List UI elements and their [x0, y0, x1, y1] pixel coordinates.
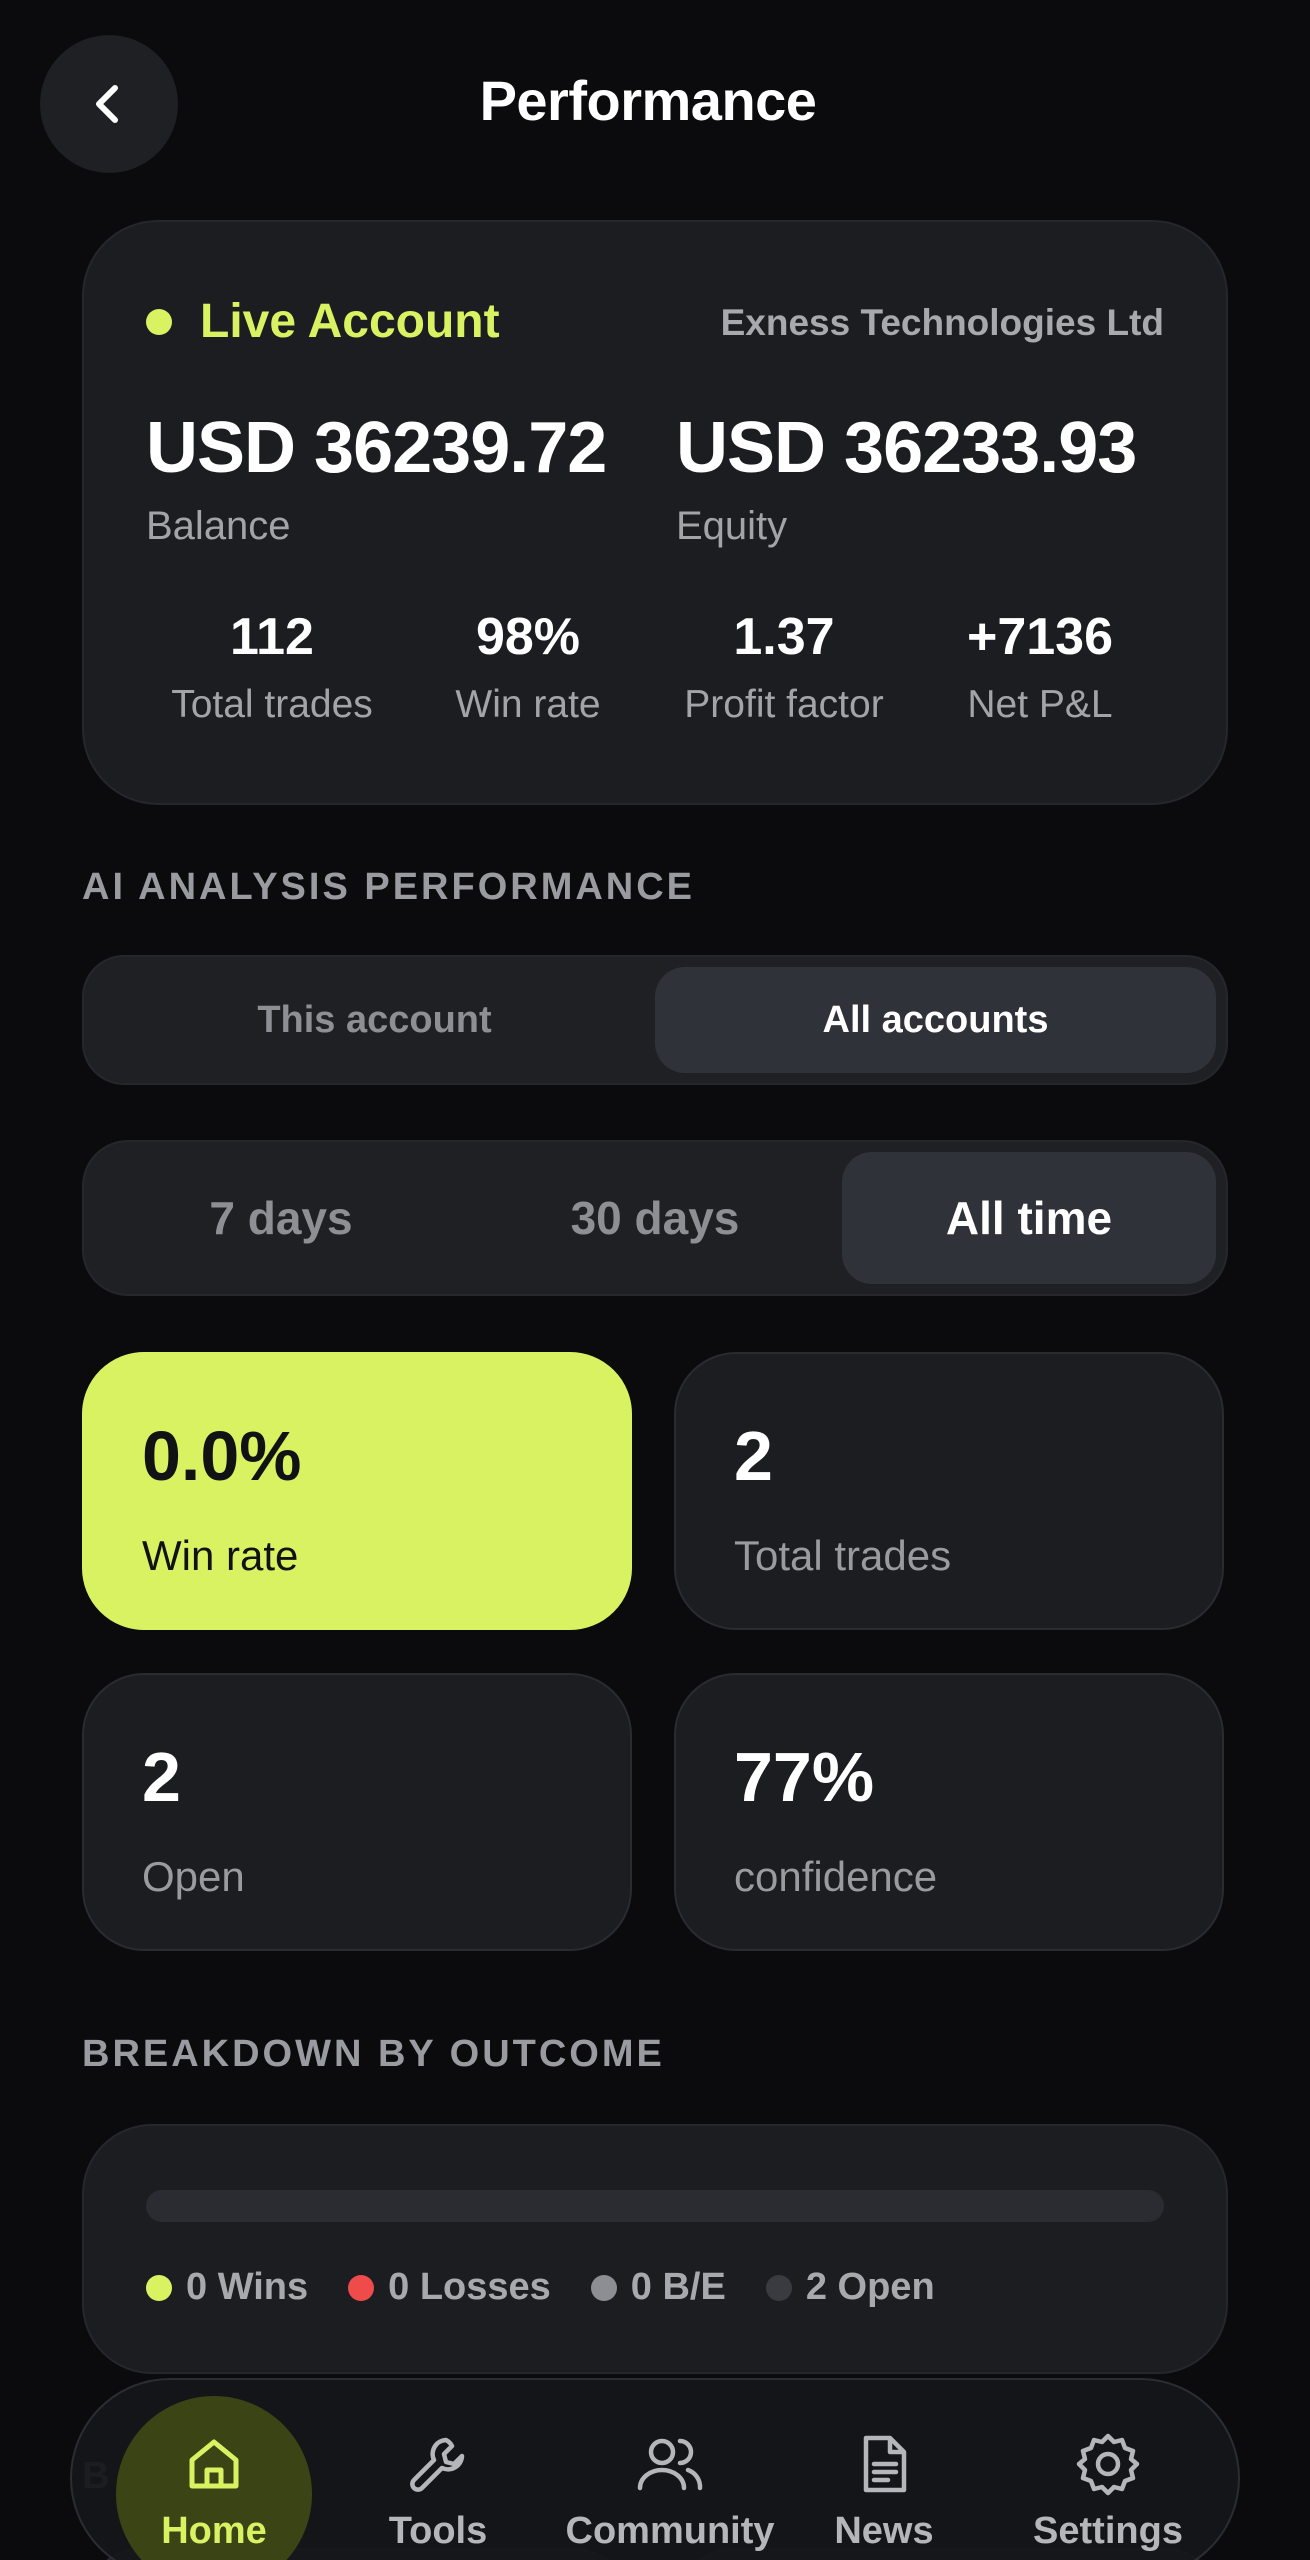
balance-label: Balance	[146, 504, 291, 548]
tab-7-days[interactable]: 7 days	[94, 1152, 468, 1284]
legend-label: 0 Losses	[388, 2266, 551, 2308]
tab-all-time[interactable]: All time	[842, 1152, 1216, 1284]
header: Performance	[0, 0, 1310, 205]
stat-value: +7136	[966, 608, 1114, 666]
users-icon	[634, 2428, 706, 2500]
home-icon	[178, 2428, 250, 2500]
metric-label: Open	[142, 1853, 245, 1900]
nav-label: Community	[565, 2510, 775, 2552]
nav-label: Settings	[1033, 2510, 1183, 2552]
outcome-legend: 0 Wins 0 Losses 0 B/E 2 Open	[146, 2266, 975, 2309]
stat-total-trades: 112 Total trades	[144, 607, 400, 727]
document-icon	[848, 2428, 920, 2500]
equity-value: USD 36233.93	[676, 408, 1137, 488]
wrench-icon	[402, 2428, 474, 2500]
section-title-ai-analysis: AI ANALYSIS PERFORMANCE	[82, 866, 696, 908]
balance-value: USD 36239.72	[146, 408, 607, 488]
section-title-breakdown: BREAKDOWN BY OUTCOME	[82, 2033, 665, 2075]
outcome-progress-bar	[146, 2190, 1164, 2222]
gear-icon	[1072, 2428, 1144, 2500]
open-dot	[765, 2274, 792, 2301]
metric-tile-win-rate: 0.0% Win rate	[82, 1352, 632, 1630]
legend-open: 2 Open	[765, 2266, 935, 2309]
account-card: Live Account Exness Technologies Ltd USD…	[82, 220, 1228, 805]
metric-value: 0.0%	[142, 1417, 302, 1495]
losses-dot	[348, 2274, 375, 2301]
breakdown-card: 0 Wins 0 Losses 0 B/E 2 Open	[82, 2124, 1228, 2374]
nav-label: Tools	[388, 2510, 488, 2552]
nav-item-tools[interactable]: Tools	[338, 2380, 538, 2560]
metric-value: 2	[734, 1417, 773, 1495]
account-scope-toggle: This account All accounts	[82, 955, 1228, 1085]
stat-profit-factor: 1.37 Profit factor	[656, 607, 912, 727]
wins-dot	[146, 2274, 172, 2301]
metric-tile-total-trades: 2 Total trades	[674, 1352, 1224, 1630]
stat-value: 112	[230, 608, 314, 666]
equity-label: Equity	[676, 504, 788, 548]
stat-value: 98%	[475, 608, 581, 666]
stat-value: 1.37	[733, 608, 835, 666]
live-status-dot	[146, 308, 172, 335]
account-status-label: Live Account	[200, 295, 500, 348]
legend-wins: 0 Wins	[146, 2266, 308, 2309]
nav-item-community[interactable]: Community	[560, 2380, 780, 2560]
metric-label: Total trades	[734, 1532, 952, 1579]
tab-this-account[interactable]: This account	[94, 967, 655, 1073]
nav-label: Home	[161, 2510, 267, 2552]
nav-label: News	[834, 2510, 934, 2552]
account-stats: 112 Total trades 98% Win rate 1.37 Profi…	[144, 607, 1170, 727]
metric-tile-confidence: 77% confidence	[674, 1673, 1224, 1951]
stat-label: Net P&L	[967, 683, 1113, 726]
legend-losses: 0 Losses	[348, 2266, 551, 2309]
breakeven-dot	[590, 2274, 617, 2301]
page-title: Performance	[479, 69, 817, 132]
tab-30-days[interactable]: 30 days	[468, 1152, 842, 1284]
tab-all-accounts[interactable]: All accounts	[655, 967, 1216, 1073]
legend-breakeven: 0 B/E	[590, 2266, 726, 2309]
nav-item-home[interactable]: Home	[114, 2380, 314, 2560]
metric-label: confidence	[734, 1853, 938, 1900]
legend-label: 0 Wins	[186, 2266, 309, 2308]
legend-label: 2 Open	[805, 2266, 935, 2308]
stat-label: Profit factor	[684, 683, 884, 726]
stat-label: Win rate	[455, 683, 601, 726]
stat-net-pnl: +7136 Net P&L	[912, 607, 1168, 727]
metric-label: Win rate	[142, 1532, 299, 1579]
stat-win-rate: 98% Win rate	[400, 607, 656, 727]
nav-item-settings[interactable]: Settings	[1008, 2380, 1208, 2560]
broker-name: Exness Technologies Ltd	[720, 302, 1164, 343]
bottom-nav: Home Tools Community News Settings	[70, 2378, 1240, 2560]
nav-item-news[interactable]: News	[784, 2380, 984, 2560]
metric-value: 2	[142, 1738, 181, 1816]
legend-label: 0 B/E	[630, 2266, 726, 2308]
metric-value: 77%	[734, 1738, 875, 1816]
metric-tile-open: 2 Open	[82, 1673, 632, 1951]
stat-label: Total trades	[171, 683, 373, 726]
time-range-toggle: 7 days 30 days All time	[82, 1140, 1228, 1296]
account-status: Live Account	[146, 294, 500, 349]
